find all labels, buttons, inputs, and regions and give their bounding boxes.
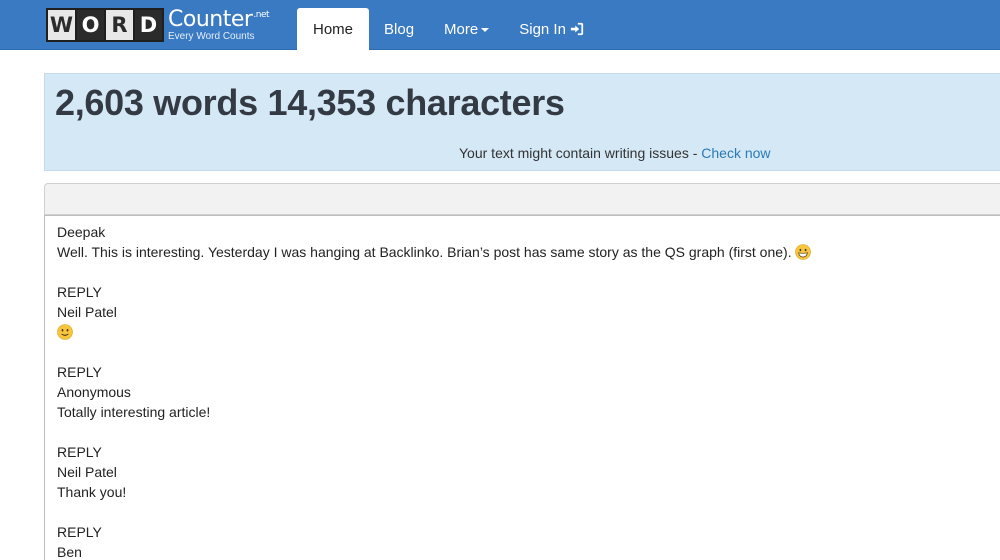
editor-line: REPLY: [57, 522, 988, 542]
logo-wordmark: Counter.net Every Word Counts: [168, 6, 270, 42]
editor-line: Ben: [57, 542, 988, 560]
editor-line-text: Totally interesting article!: [57, 404, 211, 420]
logo-tile-o: O: [77, 10, 104, 40]
logo-tile-d: D: [135, 10, 162, 40]
editor-line: Totally interesting article!: [57, 402, 988, 422]
editor-line: Deepak: [57, 222, 988, 242]
nav-signin-link[interactable]: Sign In: [504, 8, 599, 50]
editor-line: Thank you!: [57, 482, 988, 502]
slightly-smiling-face-icon: [57, 324, 73, 340]
editor-line-text: REPLY: [57, 524, 102, 540]
nav-more-label: More: [444, 20, 479, 38]
editor-line: Anonymous: [57, 382, 988, 402]
editor-line: REPLY: [57, 282, 988, 302]
wordcounter-logo[interactable]: W O R D Counter.net Every Word Counts: [46, 6, 270, 42]
writing-issues-text: Your text might contain writing issues -: [459, 145, 702, 161]
text-input-area[interactable]: Deepak Well. This is interesting. Yesterd…: [44, 215, 1000, 560]
editor-toolbar: [44, 183, 1000, 215]
editor-line-text: Thank you!: [57, 484, 127, 500]
editor-line-text: Neil Patel: [57, 464, 117, 480]
nav-signin-label: Sign In: [519, 20, 566, 38]
nav-home-label: Home: [313, 20, 354, 38]
editor-line-text: Neil Patel: [57, 304, 117, 320]
editor-line: Neil Patel: [57, 462, 988, 482]
editor-line-text: Anonymous: [57, 384, 131, 400]
nav-home-tab[interactable]: Home: [297, 8, 370, 50]
editor-line: REPLY: [57, 362, 988, 382]
top-navbar: W O R D Counter.net Every Word Counts Ho…: [0, 0, 1000, 50]
nav-blog-label: Blog: [384, 20, 415, 38]
check-now-link[interactable]: Check now: [701, 145, 770, 161]
logo-net-suffix: .net: [253, 10, 270, 21]
word-character-count: 2,603 words 14,353 characters: [55, 82, 565, 123]
grinning-face-icon: [794, 244, 811, 260]
main-nav: Home Blog More Sign In: [297, 8, 599, 50]
editor-line-text: REPLY: [57, 284, 102, 300]
editor-line-text: Deepak: [57, 224, 106, 240]
editor-line-text: Ben: [57, 544, 82, 560]
logo-letter-tiles: W O R D: [46, 8, 164, 42]
sign-in-icon: [570, 22, 584, 36]
editor-line-text: Well. This is interesting. Yesterday I w…: [57, 244, 792, 260]
logo-counter-text: Counter: [168, 6, 253, 32]
editor-lines: Deepak Well. This is interesting. Yesterd…: [57, 222, 988, 560]
stats-banner: 2,603 words 14,353 characters Your text …: [44, 73, 1000, 171]
editor-line: Neil Patel: [57, 302, 988, 322]
caret-down-icon: [481, 28, 490, 32]
editor-line: [57, 322, 988, 342]
logo-tile-r: R: [106, 10, 133, 40]
editor-line-text: REPLY: [57, 364, 102, 380]
editor-line-text: REPLY: [57, 444, 102, 460]
nav-more-dropdown[interactable]: More: [429, 8, 504, 50]
writing-issues-notice: Your text might contain writing issues -…: [459, 145, 771, 161]
nav-blog-link[interactable]: Blog: [369, 8, 429, 50]
logo-tagline: Every Word Counts: [168, 30, 255, 42]
logo-tile-w: W: [48, 10, 75, 40]
editor-line: Well. This is interesting. Yesterday I w…: [57, 242, 988, 262]
editor-line: REPLY: [57, 442, 988, 462]
